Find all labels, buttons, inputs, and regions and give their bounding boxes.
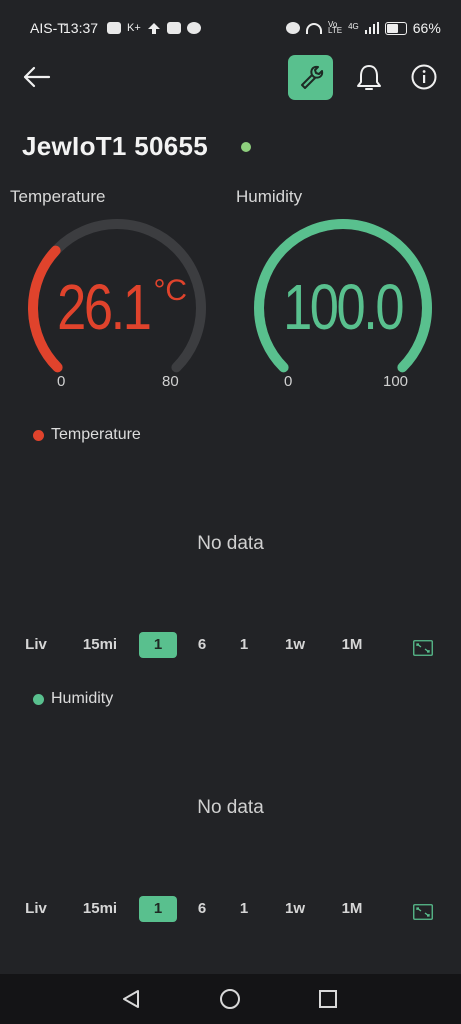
temperature-max: 80 — [162, 373, 179, 390]
temperature-value: 26.1 — [57, 271, 152, 343]
mail-icon — [166, 22, 181, 34]
expand-icon — [413, 904, 433, 920]
carrier-label: AIS-T — [30, 20, 66, 36]
timeframe-button[interactable]: 1 — [222, 632, 266, 658]
humidity-min: 0 — [284, 373, 293, 390]
humidity-gauge-title: Humidity — [236, 187, 303, 206]
network-type-label: 4G — [348, 22, 359, 31]
volte-icon: Vo LTE — [328, 20, 343, 35]
play-icon — [186, 22, 201, 34]
temperature-chart-empty: No data — [197, 533, 264, 554]
bell-icon — [357, 65, 381, 90]
timeframe-button[interactable]: Liv — [14, 632, 58, 658]
expand-icon — [413, 640, 433, 656]
timeframe-button[interactable]: 1 — [222, 896, 266, 922]
timeframe-button[interactable]: 1 — [139, 896, 177, 922]
temperature-expand-button[interactable] — [413, 640, 433, 656]
timeframe-button[interactable]: 15mi — [78, 632, 122, 658]
square-recents-icon[interactable] — [318, 989, 338, 1009]
online-status-dot — [241, 142, 251, 152]
status-bar: AIS-T 13:37 K+ Vo LTE 4G 66% — [0, 0, 461, 58]
signal-icon — [364, 22, 379, 34]
arrow-left-icon — [23, 66, 51, 88]
humidity-expand-button[interactable] — [413, 904, 433, 920]
back-button[interactable] — [22, 62, 52, 92]
clock: 13:37 — [63, 20, 99, 36]
notification-icons: K+ — [107, 22, 201, 34]
temperature-unit: °C — [153, 274, 188, 307]
upload-icon — [147, 22, 161, 34]
timeframe-button[interactable]: 15mi — [78, 896, 122, 922]
timeframe-button[interactable]: 1M — [330, 896, 374, 922]
system-icons: Vo LTE 4G 66% — [286, 20, 441, 36]
chat-icon — [107, 22, 121, 34]
notifications-button[interactable] — [355, 62, 383, 92]
headphones-icon — [306, 22, 322, 34]
temperature-min: 0 — [57, 373, 66, 390]
humidity-value: 100.0 — [283, 271, 404, 343]
humidity-legend-label: Humidity — [51, 690, 114, 707]
humidity-chart-empty: No data — [197, 797, 264, 818]
humidity-timeframe-bar: Liv 15mi 1 6 1 1w 1M — [0, 896, 461, 924]
circle-home-icon[interactable] — [219, 988, 241, 1010]
temperature-gauge: 26.1 °C — [25, 216, 209, 376]
alarm-icon — [286, 22, 300, 34]
kplus-icon: K+ — [127, 22, 141, 34]
timeframe-button[interactable]: 1 — [139, 632, 177, 658]
temperature-legend-dot — [33, 430, 44, 441]
temperature-gauge-title: Temperature — [10, 187, 106, 206]
timeframe-button[interactable]: 6 — [180, 632, 224, 658]
timeframe-button[interactable]: 1w — [273, 632, 317, 658]
wrench-icon — [301, 65, 324, 89]
battery-percent: 66% — [412, 20, 441, 36]
humidity-legend-dot — [33, 694, 44, 705]
humidity-gauge: 100.0 — [251, 216, 435, 376]
system-nav-bar — [0, 974, 461, 1024]
settings-button[interactable] — [288, 55, 333, 100]
battery-icon — [384, 21, 407, 35]
device-name: JewIoT1 50655 — [22, 131, 209, 161]
triangle-back-icon[interactable] — [121, 989, 141, 1009]
info-icon — [411, 64, 437, 90]
humidity-max: 100 — [383, 373, 409, 390]
timeframe-button[interactable]: 1w — [273, 896, 317, 922]
timeframe-button[interactable]: 1M — [330, 632, 374, 658]
timeframe-button[interactable]: 6 — [180, 896, 224, 922]
temperature-timeframe-bar: Liv 15mi 1 6 1 1w 1M — [0, 632, 461, 660]
info-button[interactable] — [411, 64, 437, 90]
temperature-legend-label: Temperature — [51, 426, 141, 443]
timeframe-button[interactable]: Liv — [14, 896, 58, 922]
